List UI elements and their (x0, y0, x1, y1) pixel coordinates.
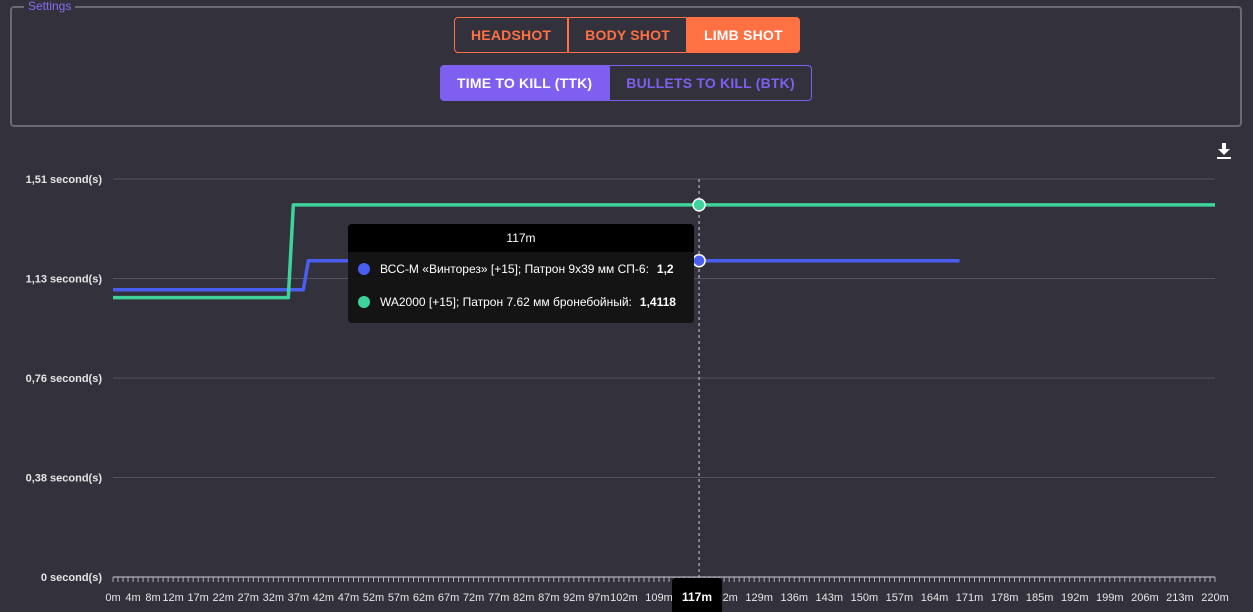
y-axis-labels: 0 second(s) 0,38 second(s) 0,76 second(s) 1… (26, 174, 103, 584)
x-tick-label-6: 27m (238, 592, 259, 604)
x-tick-label-11: 52m (363, 592, 384, 604)
x-tick-label-19: 92m (563, 592, 584, 604)
x-tick-label-0: 0m (105, 592, 120, 604)
tooltip-label-vss: ВСС-М «Винторез» [+15]; Патрон 9х39 мм С… (380, 261, 649, 276)
x-tick-label-34: 199m (1096, 592, 1124, 604)
tooltip-value-wa2000: 1,4118 (639, 294, 676, 309)
x-tick-label-4: 17m (187, 592, 208, 604)
chart-tooltip: 117m ВСС-М «Винторез» [+15]; Патрон 9х39… (348, 224, 694, 323)
x-tick-label-1: 4m (125, 592, 140, 604)
x-tick-label-2: 8m (145, 592, 160, 604)
x-tick-label-18: 87m (538, 592, 559, 604)
x-tick-label-20: 97m (588, 592, 609, 604)
x-tick-label-27: 150m (851, 592, 879, 604)
tooltip-dot-wa2000 (358, 295, 370, 308)
x-axis: 0m 4m 8m 12m 17m 22m 27m 32m 37m 42m 47m 52m 57m 62m 6… (105, 576, 1229, 604)
x-tick-label-3: 12m (162, 592, 183, 604)
x-tick-label-33: 192m (1061, 592, 1089, 604)
tooltip-value-vss: 1,2 (656, 261, 674, 276)
x-tick-label-15: 72m (463, 592, 484, 604)
x-tick-label-28: 157m (886, 592, 914, 604)
x-tick-label-31: 178m (991, 592, 1019, 604)
x-tick-label-5: 22m (212, 592, 233, 604)
y-tick-label-4: 1,51 second(s) (26, 174, 103, 186)
tooltip-label-wa2000: WA2000 [+15]; Патрон 7.62 мм бронебойный… (380, 294, 632, 309)
series-marker-1 (692, 198, 706, 212)
x-tick-label-35: 206m (1131, 592, 1159, 604)
x-tick-label-21: 102m (610, 592, 638, 604)
x-tick-label-22: 109m (645, 592, 673, 604)
x-tick-label-37: 220m (1201, 592, 1229, 604)
x-tick-label-30: 171m (956, 592, 984, 604)
y-tick-label-2: 0,76 second(s) (26, 373, 103, 385)
tooltip-dot-vss (358, 262, 370, 275)
x-tick-label-17: 82m (513, 592, 534, 604)
y-tick-label-0: 0 second(s) (41, 572, 102, 584)
x-tick-label-24: 129m (745, 592, 773, 604)
x-tick-label-8: 37m (288, 592, 309, 604)
x-tick-label-16: 77m (488, 592, 509, 604)
x-tick-label-26: 143m (816, 592, 844, 604)
x-tick-label-13: 62m (413, 592, 434, 604)
y-tick-label-3: 1,13 second(s) (26, 274, 103, 286)
crosshair-x-label: 117m (672, 578, 722, 612)
x-tick-label-32: 185m (1026, 592, 1054, 604)
x-tick-label-10: 47m (338, 592, 359, 604)
x-tick-label-9: 42m (313, 592, 334, 604)
x-tick-label-14: 67m (438, 592, 459, 604)
x-tick-label-25: 136m (780, 592, 808, 604)
x-tick-label-29: 164m (921, 592, 949, 604)
chart-markers (692, 198, 706, 268)
x-tick-label-7: 32m (263, 592, 284, 604)
x-tick-label-12: 57m (388, 592, 409, 604)
tooltip-title: 117m (348, 224, 694, 252)
tooltip-row-wa2000: WA2000 [+15]; Патрон 7.62 мм бронебойный… (348, 285, 694, 318)
tooltip-row-vss: ВСС-М «Винторез» [+15]; Патрон 9х39 мм С… (348, 252, 694, 285)
y-tick-label-1: 0,38 second(s) (26, 473, 103, 485)
series-marker-0 (692, 253, 706, 268)
x-tick-label-36: 213m (1166, 592, 1194, 604)
